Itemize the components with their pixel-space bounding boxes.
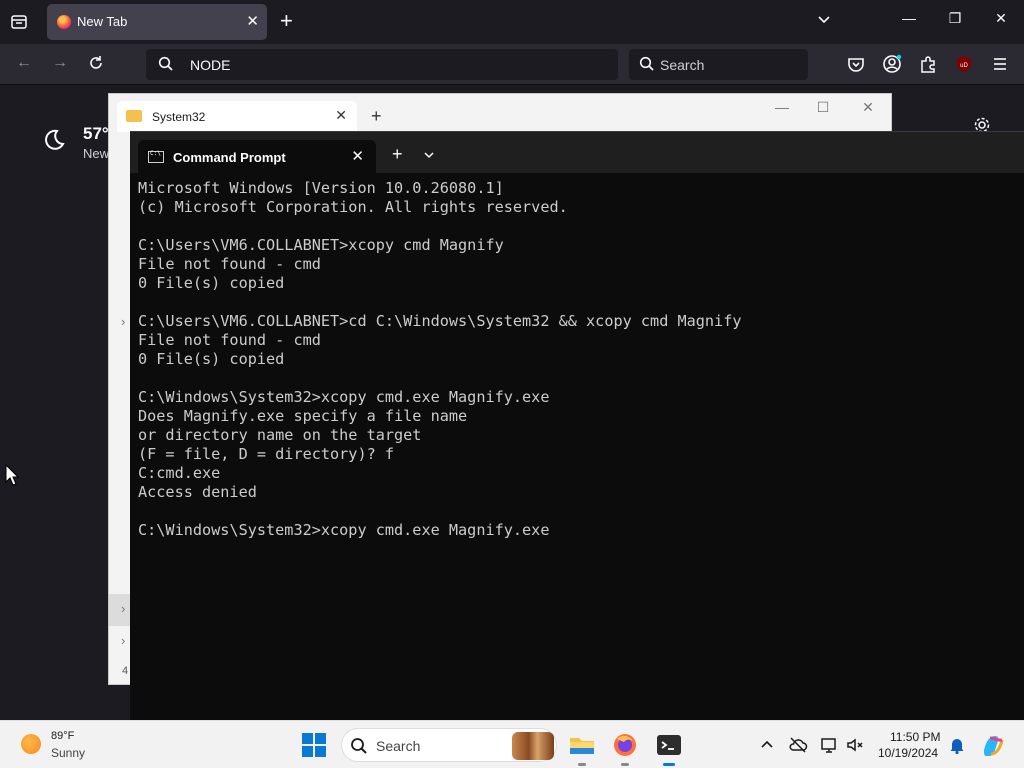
volume-muted-icon[interactable] <box>845 735 865 755</box>
terminal-line: or directory name on the target <box>138 426 422 444</box>
terminal-line: Microsoft Windows [Version 10.0.26080.1] <box>138 179 504 197</box>
taskbar: 89°F Sunny Search 11:50 PM 10/19/2024 <box>0 720 1024 768</box>
browser-tab-new-tab[interactable]: New Tab ✕ <box>47 4 267 40</box>
sun-icon[interactable] <box>21 734 41 754</box>
account-icon[interactable] <box>882 54 902 74</box>
terminal-line: C:\Users\VM6.COLLABNET>xcopy cmd Magnify <box>138 236 504 254</box>
terminal-new-tab-button[interactable]: + <box>392 144 403 165</box>
search-bar[interactable]: Search <box>629 49 808 80</box>
mouse-pointer-icon <box>5 463 20 491</box>
terminal-line: C:\Windows\System32>xcopy cmd.exe Magnif… <box>138 388 550 406</box>
chevron-right-icon[interactable]: › <box>121 314 125 329</box>
ublock-origin-icon[interactable]: uD <box>954 54 974 74</box>
explorer-tab-system32[interactable]: System32 ✕ <box>117 101 357 132</box>
close-tab-icon[interactable]: ✕ <box>246 12 259 30</box>
explorer-maximize-button[interactable]: ☐ <box>812 99 834 116</box>
minimize-button[interactable]: — <box>894 10 924 26</box>
explorer-minimize-button[interactable]: — <box>771 99 793 115</box>
extensions-icon[interactable] <box>918 54 938 74</box>
terminal-window[interactable]: Command Prompt ✕ + Microsoft Windows [Ve… <box>130 131 1024 720</box>
menu-icon[interactable] <box>990 54 1010 74</box>
search-highlight-image <box>512 732 554 760</box>
terminal-line: File not found - cmd <box>138 331 321 349</box>
terminal-line: (c) Microsoft Corporation. All rights re… <box>138 198 568 216</box>
terminal-line: (F = file, D = directory)? f <box>138 445 395 463</box>
network-icon[interactable] <box>819 735 839 755</box>
firefox-icon <box>57 15 71 29</box>
notification-bell-icon[interactable] <box>947 735 967 755</box>
forward-arrow-icon[interactable]: → <box>49 54 71 72</box>
moon-icon <box>42 128 66 157</box>
chevron-right-icon[interactable]: › <box>121 601 125 616</box>
url-bar-value: NODE <box>190 57 231 73</box>
explorer-close-button[interactable]: ✕ <box>857 99 879 116</box>
folder-icon <box>126 110 142 122</box>
terminal-line: C:\Users\VM6.COLLABNET>cd C:\Windows\Sys… <box>138 312 742 330</box>
terminal-app-icon[interactable] <box>655 731 683 766</box>
terminal-output[interactable]: Microsoft Windows [Version 10.0.26080.1]… <box>138 179 1018 540</box>
terminal-line: 0 File(s) copied <box>138 274 285 292</box>
search-icon <box>350 737 368 760</box>
chevron-right-icon[interactable]: › <box>121 633 125 648</box>
terminal-line: 0 File(s) copied <box>138 350 285 368</box>
browser-tab-title: New Tab <box>77 14 128 29</box>
close-tab-icon[interactable]: ✕ <box>335 107 347 124</box>
explorer-tab-title: System32 <box>152 110 206 124</box>
sidebar-selected-item[interactable] <box>109 594 131 626</box>
tab-groups-icon[interactable] <box>8 11 30 33</box>
terminal-tab-title: Command Prompt <box>173 150 286 165</box>
search-bar-placeholder: Search <box>660 57 705 73</box>
terminal-line: C:\Windows\System32>xcopy cmd.exe Magnif… <box>138 521 550 539</box>
clock-date[interactable]: 10/19/2024 <box>878 746 938 760</box>
cloud-sync-off-icon[interactable] <box>788 735 808 755</box>
sidebar-number: 4 <box>122 665 129 677</box>
close-window-button[interactable]: ✕ <box>986 10 1016 27</box>
chevron-down-icon[interactable] <box>423 148 435 166</box>
clock-time[interactable]: 11:50 PM <box>890 730 940 744</box>
terminal-line: Does Magnify.exe specify a file name <box>138 407 468 425</box>
terminal-line: C:cmd.exe <box>138 464 221 482</box>
terminal-tab-command-prompt[interactable]: Command Prompt ✕ <box>138 140 376 174</box>
chevron-up-icon[interactable] <box>757 735 777 755</box>
copilot-icon[interactable] <box>980 732 1006 758</box>
browser-nav-bar: ← → NODE Search uD <box>0 44 1024 85</box>
taskbar-search-box[interactable]: Search <box>341 728 557 762</box>
url-bar[interactable]: NODE <box>146 49 618 80</box>
terminal-title-bar: Command Prompt ✕ + <box>130 131 1024 174</box>
search-icon <box>639 56 655 77</box>
pocket-icon[interactable] <box>846 54 866 74</box>
browser-tab-bar: New Tab ✕ + — ❐ ✕ <box>0 0 1024 44</box>
close-tab-icon[interactable]: ✕ <box>351 147 364 165</box>
taskbar-weather-condition[interactable]: Sunny <box>51 746 85 760</box>
terminal-line: File not found - cmd <box>138 255 321 273</box>
svg-text:uD: uD <box>960 63 968 69</box>
windows-start-icon[interactable] <box>302 733 326 757</box>
firefox-app-icon[interactable] <box>611 731 639 766</box>
weather-location: New <box>83 146 110 161</box>
explorer-new-tab-button[interactable]: + <box>371 106 382 127</box>
search-icon <box>158 56 174 77</box>
list-all-tabs-icon[interactable] <box>816 12 832 33</box>
taskbar-weather-temp[interactable]: 89°F <box>51 730 74 742</box>
weather-temperature: 57° <box>83 124 109 143</box>
taskbar-search-placeholder: Search <box>376 738 421 754</box>
command-prompt-icon <box>148 150 164 163</box>
restore-button[interactable]: ❐ <box>940 10 970 27</box>
new-tab-button[interactable]: + <box>280 9 293 33</box>
back-arrow-icon[interactable]: ← <box>13 54 35 72</box>
file-explorer-app-icon[interactable] <box>568 731 596 766</box>
terminal-line: Access denied <box>138 483 257 501</box>
reload-icon[interactable] <box>85 54 107 77</box>
